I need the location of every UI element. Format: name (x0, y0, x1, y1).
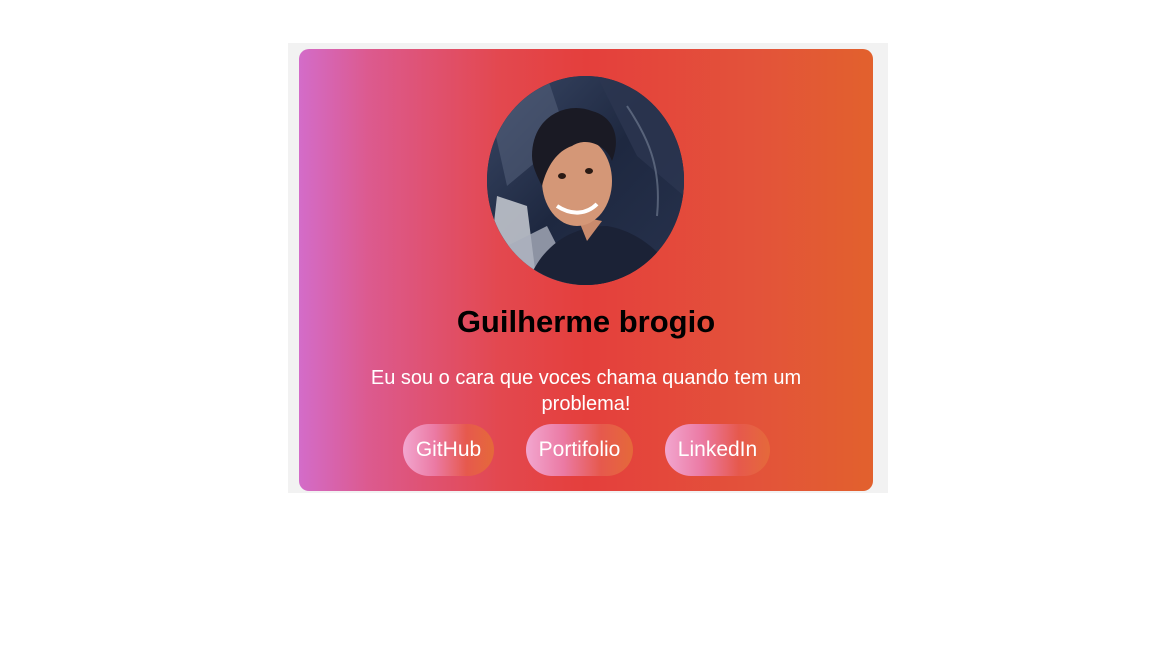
profile-name: Guilherme brogio (456, 304, 716, 339)
avatar-photo (487, 76, 684, 285)
avatar (487, 76, 684, 285)
profile-card: Guilherme brogio Eu sou o cara que voces… (299, 49, 873, 491)
linkedin-button[interactable]: LinkedIn (665, 424, 770, 476)
social-links: GitHub Portifolio LinkedIn (299, 424, 873, 476)
page-frame: Guilherme brogio Eu sou o cara que voces… (288, 43, 888, 493)
github-button[interactable]: GitHub (403, 424, 494, 476)
profile-bio: Eu sou o cara que voces chama quando tem… (370, 367, 802, 415)
portfolio-button[interactable]: Portifolio (526, 424, 633, 476)
